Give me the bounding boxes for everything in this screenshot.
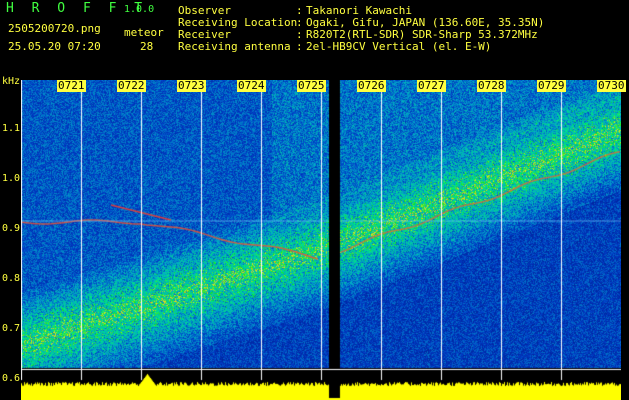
time-label: 0723 (177, 79, 206, 92)
freq-tick-label: 0.9 (2, 223, 21, 234)
info-value-antenna: 2el-HB9CV Vertical (el. E-W) (306, 40, 492, 53)
freq-unit-label: kHz (2, 76, 21, 87)
freq-tick-label: 1.0 (2, 173, 21, 184)
time-label: 0728 (477, 79, 506, 92)
time-label: 0729 (537, 79, 566, 92)
info-key-antenna: Receiving antenna (178, 40, 291, 53)
time-label: 0724 (237, 79, 266, 92)
time-label: 0722 (117, 79, 146, 92)
app-version: 1.0.0 (124, 4, 155, 15)
time-label: 0726 (357, 79, 386, 92)
spectrogram-canvas (21, 80, 621, 400)
time-label: 0730 (597, 79, 626, 92)
freq-tick-label: 0.7 (2, 323, 21, 334)
meteor-count: 28 (140, 40, 154, 53)
info-sep: : (296, 40, 303, 53)
date-time: 25.05.20 07:20 (8, 40, 101, 53)
freq-tick-label: 1.1 (2, 123, 21, 134)
time-label: 0727 (417, 79, 446, 92)
freq-tick-label: 0.6 (2, 373, 21, 384)
time-label: 0721 (57, 79, 86, 92)
time-label: 0725 (297, 79, 326, 92)
freq-tick-label: 0.8 (2, 273, 21, 284)
file-name: 2505200720.png (8, 22, 101, 35)
meteor-label: meteor (124, 26, 164, 39)
